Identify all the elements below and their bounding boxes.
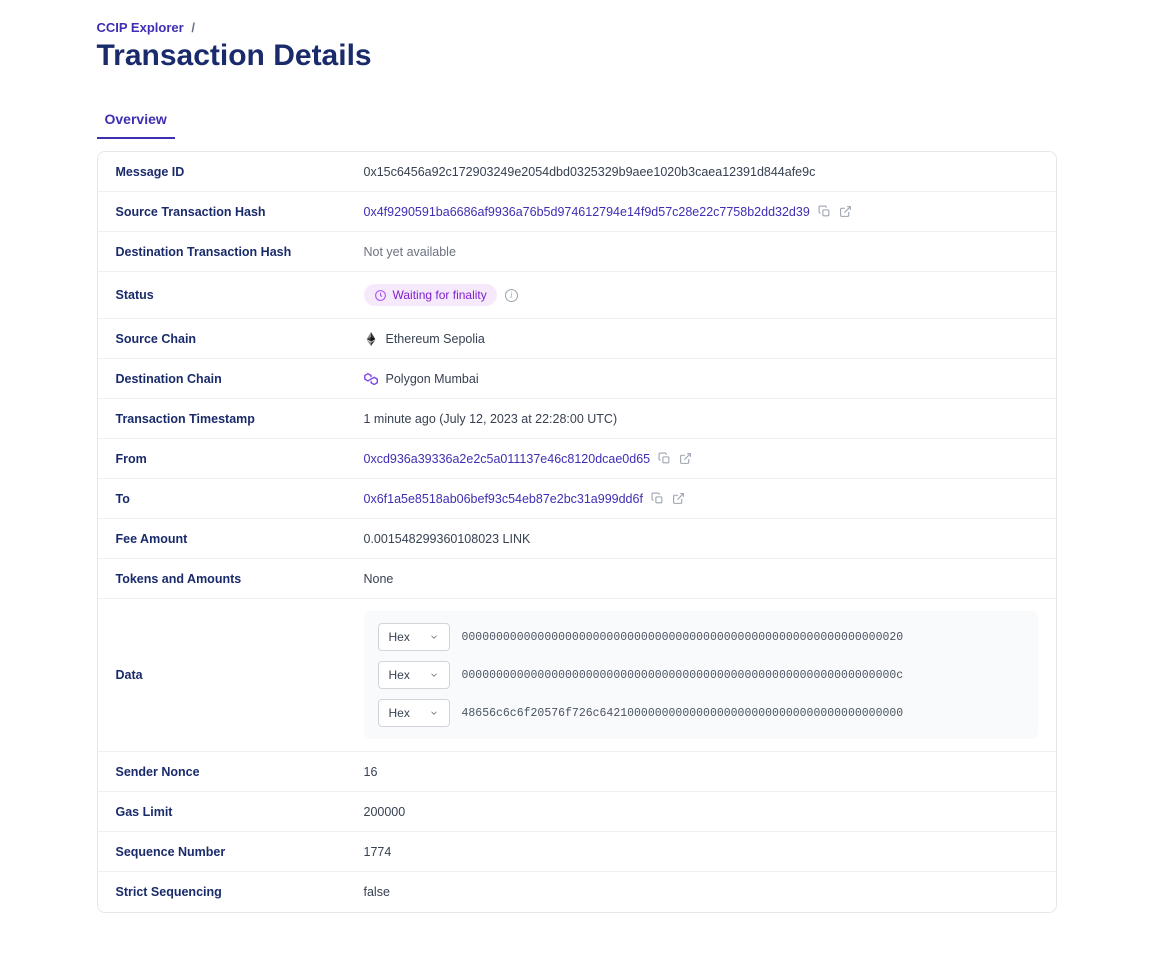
- label-dest-tx-hash: Destination Transaction Hash: [116, 245, 364, 259]
- value-message-id: 0x15c6456a92c172903249e2054dbd0325329b9a…: [364, 165, 1038, 179]
- breadcrumb: CCIP Explorer /: [97, 20, 1057, 35]
- value-tx-timestamp: 1 minute ago (July 12, 2023 at 22:28:00 …: [364, 412, 1038, 426]
- row-sender-nonce: Sender Nonce 16: [98, 752, 1056, 792]
- row-source-tx-hash: Source Transaction Hash 0x4f9290591ba668…: [98, 192, 1056, 232]
- row-from: From 0xcd936a39336a2e2c5a011137e46c8120d…: [98, 439, 1056, 479]
- breadcrumb-separator: /: [191, 20, 195, 35]
- row-status: Status Waiting for finality i: [98, 272, 1056, 319]
- breadcrumb-root-link[interactable]: CCIP Explorer: [97, 20, 184, 35]
- copy-icon[interactable]: [658, 452, 671, 465]
- label-to: To: [116, 492, 364, 506]
- row-message-id: Message ID 0x15c6456a92c172903249e2054db…: [98, 152, 1056, 192]
- dest-chain-name: Polygon Mumbai: [386, 372, 479, 386]
- to-address-link[interactable]: 0x6f1a5e8518ab06bef93c54eb87e2bc31a999dd…: [364, 492, 643, 506]
- label-status: Status: [116, 288, 364, 302]
- label-sequence-number: Sequence Number: [116, 845, 364, 859]
- clock-icon: [374, 289, 387, 302]
- status-badge: Waiting for finality: [364, 284, 497, 306]
- source-tx-hash-link[interactable]: 0x4f9290591ba6686af9936a76b5d974612794e1…: [364, 205, 810, 219]
- value-source-chain: Ethereum Sepolia: [364, 332, 1038, 346]
- chevron-down-icon: [429, 670, 439, 680]
- data-line-0: Hex 000000000000000000000000000000000000…: [378, 623, 1024, 651]
- value-tokens-amounts: None: [364, 572, 1038, 586]
- value-status: Waiting for finality i: [364, 284, 1038, 306]
- tabs: Overview: [97, 101, 1057, 139]
- label-sender-nonce: Sender Nonce: [116, 765, 364, 779]
- label-dest-chain: Destination Chain: [116, 372, 364, 386]
- polygon-icon: [364, 372, 378, 386]
- value-source-tx-hash: 0x4f9290591ba6686af9936a76b5d974612794e1…: [364, 205, 1038, 219]
- label-source-tx-hash: Source Transaction Hash: [116, 205, 364, 219]
- value-dest-tx-hash: Not yet available: [364, 245, 1038, 259]
- data-format-label: Hex: [389, 706, 410, 720]
- chevron-down-icon: [429, 632, 439, 642]
- info-icon[interactable]: i: [505, 289, 518, 302]
- data-format-label: Hex: [389, 668, 410, 682]
- row-tx-timestamp: Transaction Timestamp 1 minute ago (July…: [98, 399, 1056, 439]
- data-hex-value: 0000000000000000000000000000000000000000…: [462, 631, 904, 644]
- data-line-1: Hex 000000000000000000000000000000000000…: [378, 661, 1024, 689]
- label-tx-timestamp: Transaction Timestamp: [116, 412, 364, 426]
- value-to: 0x6f1a5e8518ab06bef93c54eb87e2bc31a999dd…: [364, 492, 1038, 506]
- label-from: From: [116, 452, 364, 466]
- row-dest-tx-hash: Destination Transaction Hash Not yet ava…: [98, 232, 1056, 272]
- ethereum-icon: [364, 332, 378, 346]
- label-gas-limit: Gas Limit: [116, 805, 364, 819]
- from-address-link[interactable]: 0xcd936a39336a2e2c5a011137e46c8120dcae0d…: [364, 452, 651, 466]
- label-strict-sequencing: Strict Sequencing: [116, 885, 364, 899]
- label-source-chain: Source Chain: [116, 332, 364, 346]
- data-hex-value: 0000000000000000000000000000000000000000…: [462, 669, 904, 682]
- transaction-details-card: Message ID 0x15c6456a92c172903249e2054db…: [97, 151, 1057, 913]
- label-message-id: Message ID: [116, 165, 364, 179]
- value-sender-nonce: 16: [364, 765, 1038, 779]
- row-strict-sequencing: Strict Sequencing false: [98, 872, 1056, 912]
- external-link-icon[interactable]: [672, 492, 685, 505]
- value-from: 0xcd936a39336a2e2c5a011137e46c8120dcae0d…: [364, 452, 1038, 466]
- row-dest-chain: Destination Chain Polygon Mumbai: [98, 359, 1056, 399]
- page-title: Transaction Details: [97, 39, 1057, 73]
- tab-overview[interactable]: Overview: [97, 101, 175, 139]
- value-fee-amount: 0.001548299360108023 LINK: [364, 532, 1038, 546]
- data-format-select[interactable]: Hex: [378, 661, 450, 689]
- row-source-chain: Source Chain Ethereum Sepolia: [98, 319, 1056, 359]
- label-data: Data: [116, 668, 364, 682]
- data-hex-value: 48656c6c6f20576f726c64210000000000000000…: [462, 707, 904, 720]
- source-chain-name: Ethereum Sepolia: [386, 332, 485, 346]
- external-link-icon[interactable]: [839, 205, 852, 218]
- chevron-down-icon: [429, 708, 439, 718]
- label-fee-amount: Fee Amount: [116, 532, 364, 546]
- row-gas-limit: Gas Limit 200000: [98, 792, 1056, 832]
- row-fee-amount: Fee Amount 0.001548299360108023 LINK: [98, 519, 1056, 559]
- value-gas-limit: 200000: [364, 805, 1038, 819]
- data-format-select[interactable]: Hex: [378, 623, 450, 651]
- label-tokens-amounts: Tokens and Amounts: [116, 572, 364, 586]
- row-sequence-number: Sequence Number 1774: [98, 832, 1056, 872]
- copy-icon[interactable]: [818, 205, 831, 218]
- value-sequence-number: 1774: [364, 845, 1038, 859]
- copy-icon[interactable]: [651, 492, 664, 505]
- row-tokens-amounts: Tokens and Amounts None: [98, 559, 1056, 599]
- row-to: To 0x6f1a5e8518ab06bef93c54eb87e2bc31a99…: [98, 479, 1056, 519]
- data-block: Hex 000000000000000000000000000000000000…: [364, 611, 1038, 739]
- row-data: Data Hex 0000000000000000000000000000000…: [98, 599, 1056, 752]
- data-format-label: Hex: [389, 630, 410, 644]
- data-format-select[interactable]: Hex: [378, 699, 450, 727]
- external-link-icon[interactable]: [679, 452, 692, 465]
- value-strict-sequencing: false: [364, 885, 1038, 899]
- value-dest-chain: Polygon Mumbai: [364, 372, 1038, 386]
- data-line-2: Hex 48656c6c6f20576f726c6421000000000000…: [378, 699, 1024, 727]
- status-text: Waiting for finality: [393, 288, 487, 302]
